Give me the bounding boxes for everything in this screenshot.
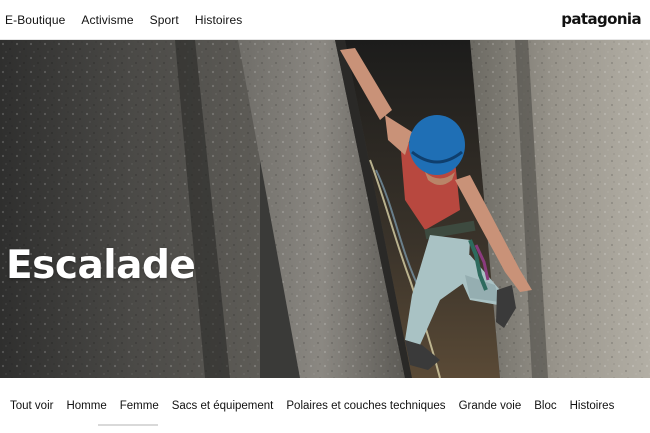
category-active-indicator: [98, 424, 158, 426]
category-homme[interactable]: Homme: [66, 400, 106, 412]
nav-link-e-boutique[interactable]: E-Boutique: [5, 13, 65, 27]
category-femme[interactable]: Femme: [120, 400, 159, 412]
category-tout-voir[interactable]: Tout voir: [10, 400, 53, 412]
category-grande-voie[interactable]: Grande voie: [459, 400, 522, 412]
category-sacs-equipement[interactable]: Sacs et équipement: [172, 400, 274, 412]
top-navigation: E-Boutique Activisme Sport Histoires pat…: [0, 0, 650, 40]
brand-logo[interactable]: patagonia: [561, 10, 641, 28]
hero-title: Escalade: [6, 243, 196, 288]
hero-banner: Escalade: [0, 40, 650, 378]
hero-image: [0, 40, 650, 378]
category-polaires-couches[interactable]: Polaires et couches techniques: [286, 400, 445, 412]
category-histoires[interactable]: Histoires: [570, 400, 615, 412]
nav-link-sport[interactable]: Sport: [150, 13, 179, 27]
nav-link-histoires[interactable]: Histoires: [195, 13, 243, 27]
nav-link-activisme[interactable]: Activisme: [81, 13, 133, 27]
category-bloc[interactable]: Bloc: [534, 400, 556, 412]
